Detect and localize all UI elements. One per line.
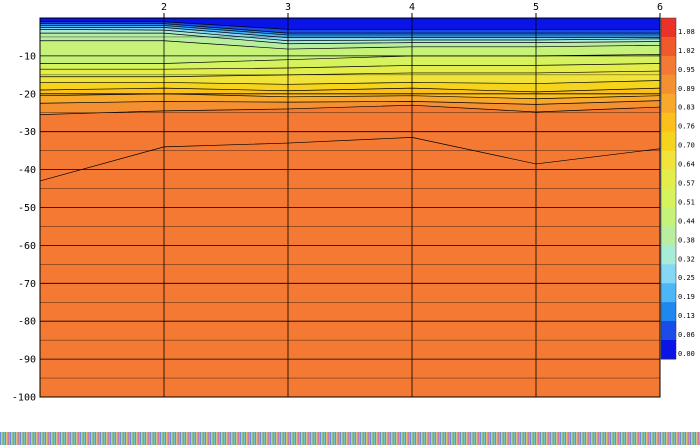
colorbar-swatch [661,264,676,284]
colorbar-swatch [661,321,676,341]
colorbar-label: 0.64 [678,161,695,169]
noise-strip [0,432,700,445]
y-tick-label: -100 [12,393,36,404]
colorbar-label: 0.44 [678,217,695,225]
y-tick-label: -50 [18,203,36,214]
colorbar-label: 0.32 [678,255,695,263]
colorbar-label: 0.38 [678,236,695,244]
x-tick-label: 5 [533,2,539,13]
colorbar-swatch [661,55,676,76]
colorbar-swatch [661,112,676,133]
colorbar-label: 0.89 [678,85,695,93]
colorbar-swatch [661,74,676,95]
colorbar-swatch [661,245,676,265]
colorbar-label: 0.70 [678,142,695,150]
x-tick-label: 6 [657,2,663,13]
y-tick-label: -80 [18,317,36,328]
y-tick-label: -20 [18,89,36,100]
y-tick-label: -90 [18,355,36,366]
y-tick-label: -10 [18,51,36,62]
colorbar-label: 0.06 [678,331,695,339]
y-axis-ticks: -10 -20 -30 -40 -50 -60 -70 -80 -90 -100 [12,51,36,403]
y-tick-label: -70 [18,279,36,290]
colorbar-swatch [661,226,676,246]
colorbar-swatch [661,18,676,38]
colorbar-swatch [661,36,676,57]
colorbar-label: 0.76 [678,123,695,131]
colorbar: 1.08 1.02 0.95 0.89 0.83 0.76 0.70 0.64 0.57 0.51… [660,17,695,360]
contour-chart: 2 3 4 5 6 -10 -20 -30 -40 -50 -60 -70 -80 -90 -100 1.… [12,2,695,404]
colorbar-label: 0.13 [678,312,695,320]
grid-lines [40,18,660,397]
colorbar-label: 0.25 [678,274,695,282]
colorbar-swatch [661,150,676,171]
colorbar-label: 0.95 [678,66,695,74]
colorbar-label: 0.00 [678,350,695,358]
colorbar-swatch [661,188,676,208]
x-axis-ticks: 2 3 4 5 6 [161,2,663,18]
colorbar-swatch [661,340,676,360]
colorbar-swatch [661,207,676,227]
colorbar-swatch [661,93,676,114]
y-tick-label: -30 [18,127,36,138]
colorbar-label: 1.02 [678,47,695,55]
colorbar-swatch [661,283,676,303]
x-tick-label: 3 [285,2,291,13]
colorbar-label: 0.51 [678,198,695,206]
colorbar-swatch [661,302,676,322]
x-tick-label: 2 [161,2,167,13]
x-tick-label: 4 [409,2,415,13]
y-tick-label: -60 [18,241,36,252]
colorbar-swatch [661,169,676,189]
colorbar-label: 0.19 [678,293,695,301]
colorbar-label: 0.83 [678,104,695,112]
colorbar-swatch [661,131,676,152]
colorbar-label: 0.57 [678,180,695,188]
colorbar-label: 1.08 [678,28,695,36]
y-tick-label: -40 [18,165,36,176]
